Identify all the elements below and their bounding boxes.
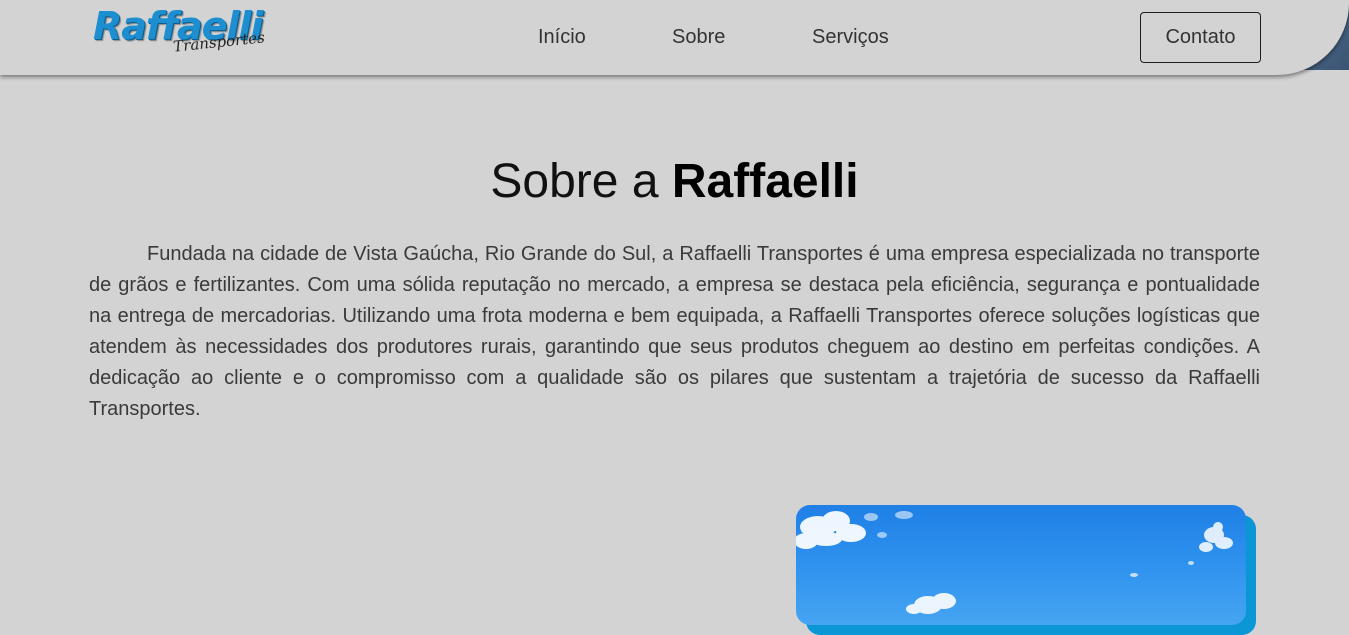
- about-title-prefix: Sobre a: [490, 155, 659, 208]
- contact-button[interactable]: Contato: [1140, 12, 1261, 63]
- nav-link-sobre[interactable]: Sobre: [672, 24, 725, 50]
- about-description: Fundada na cidade de Vista Gaúcha, Rio G…: [89, 243, 1260, 420]
- nav-link-servicos[interactable]: Serviços: [812, 24, 889, 50]
- nav-link-inicio[interactable]: Início: [538, 24, 586, 50]
- about-title: Sobre a Raffaelli: [0, 152, 1349, 212]
- site-header: Raffaelli Transportes Início Sobre Servi…: [0, 0, 1349, 75]
- sky-clouds-illustration: [796, 511, 1233, 614]
- about-title-brand: Raffaelli: [671, 155, 859, 208]
- sky-image: [796, 505, 1246, 625]
